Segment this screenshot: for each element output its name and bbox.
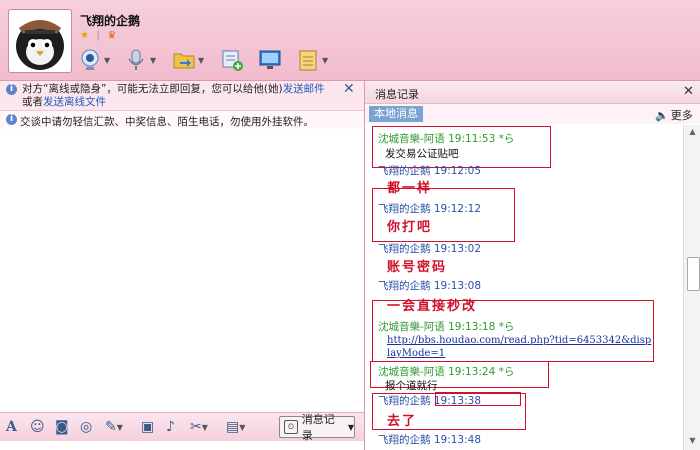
close-icon[interactable]: ✕ — [343, 82, 355, 96]
safety-tip-text: 交谈中请勿轻信汇款、中奖信息、陌生电话，勿使用外挂软件。 — [20, 116, 314, 128]
chevron-down-icon: ▼ — [150, 55, 157, 65]
offline-notice-text: 对方“离线或隐身”，可能无法立即回复，您可以给他(她)发送邮件 或者发送离线文件 — [22, 83, 332, 109]
chevron-down-icon: ▼ — [347, 422, 354, 432]
scroll-up-icon[interactable]: ▲ — [686, 127, 699, 139]
forum-link[interactable]: http://bbs.houdao.com/read.php?tid=64533… — [387, 334, 652, 360]
tab-local-messages[interactable]: 本地消息 — [369, 106, 423, 122]
history-tabs: 本地消息 🔈 更多 — [365, 104, 700, 124]
message-meta: 沈城音樂-阿语 19:13:18 *ら — [378, 321, 515, 333]
monitor-icon — [259, 50, 281, 69]
music-icon[interactable]: ♪ — [166, 417, 175, 437]
voice-call-button[interactable]: ▼ — [124, 46, 156, 74]
info-icon: i — [6, 114, 17, 125]
history-title-bar: 消息记录 ✕ — [365, 81, 700, 104]
send-file-button[interactable]: ▼ — [172, 46, 204, 74]
red-annotation: 一会直接秒改 — [387, 299, 478, 314]
offline-notice: i 对方“离线或隐身”，可能无法立即回复，您可以给他(她)发送邮件 或者发送离线… — [0, 81, 364, 111]
message-add-icon — [222, 50, 243, 71]
apps-button[interactable]: ▼ — [296, 46, 328, 74]
red-annotation: 账号密码 — [387, 260, 448, 275]
message-meta: 飞翔的企鹅 19:13:48 — [378, 434, 481, 446]
red-annotation: 你打吧 — [387, 220, 433, 235]
status-separator: | — [96, 29, 100, 41]
message-meta: 飞翔的企鹅 19:12:05 — [378, 165, 481, 177]
screenshot-scissors-icon[interactable]: ✂ ▼ — [190, 417, 208, 437]
vip-badge-icon[interactable]: ♛ — [107, 30, 116, 41]
format-toolbar: A ☺ ◙ ◎ ✎ ▼ ▣ ♪ ✂ ▼ ▤ ▼ ⏲ 消息记录 ▼ — [0, 412, 364, 442]
message-history-button[interactable]: ⏲ 消息记录 ▼ — [279, 413, 355, 442]
image-icon[interactable]: ▣ — [141, 417, 154, 437]
scroll-down-icon[interactable]: ▼ — [686, 436, 699, 448]
message-body: 发交易公证贴吧 — [385, 148, 459, 160]
level-star-icon[interactable]: ★ — [80, 30, 89, 41]
notice-text-2: 或者 — [22, 96, 43, 108]
message-meta: 飞翔的企鹅 19:13:38 — [378, 395, 481, 407]
speaker-icon: 🔈 — [655, 108, 669, 122]
contact-name: 飞翔的企鹅 — [80, 14, 141, 28]
chevron-down-icon: ▼ — [322, 55, 329, 65]
avatar[interactable] — [8, 9, 72, 73]
more-label: 更多 — [670, 109, 693, 122]
message-meta: 沈城音樂-阿语 19:11:53 *ら — [378, 133, 515, 145]
font-icon[interactable]: A — [6, 417, 17, 437]
shake-window-icon[interactable]: ◎ — [80, 417, 92, 437]
remote-desktop-button[interactable] — [258, 46, 282, 74]
history-scrollbar[interactable]: ▲ ▼ — [683, 125, 700, 450]
chat-header: 飞翔的企鹅 ★ | ♛ ▼ ▼ ▼ ▼ — [0, 0, 700, 81]
message-display[interactable] — [0, 129, 364, 411]
message-body: 报个道就行 — [385, 380, 438, 392]
send-email-link[interactable]: 发送邮件 — [283, 83, 325, 95]
notepad-icon — [299, 50, 317, 71]
message-meta: 飞翔的企鹅 19:12:12 — [378, 203, 481, 215]
message-meta: 飞翔的企鹅 19:13:02 — [378, 243, 481, 255]
video-call-button[interactable]: ▼ — [78, 46, 110, 74]
scroll-thumb[interactable] — [687, 257, 700, 291]
send-offline-file-link[interactable]: 发送离线文件 — [43, 96, 106, 108]
info-icon: i — [6, 84, 17, 95]
red-annotation: 都一样 — [387, 181, 433, 196]
history-pane: 消息记录 ✕ 本地消息 🔈 更多 沈城音樂-阿语 19:11:53 *ら 发交易… — [365, 81, 700, 450]
chevron-down-icon: ▼ — [198, 55, 205, 65]
safety-tip: i 交谈中请勿轻信汇款、中奖信息、陌生电话，勿使用外挂软件。 — [0, 113, 364, 128]
create-group-button[interactable] — [220, 46, 244, 74]
close-history-icon[interactable]: ✕ — [683, 84, 694, 99]
webcam-icon — [81, 49, 99, 70]
message-input[interactable] — [0, 441, 364, 450]
clock-icon: ⏲ — [284, 420, 298, 434]
microphone-icon — [128, 49, 144, 70]
more-tools-icon[interactable]: ▤ ▼ — [226, 417, 245, 437]
message-meta: 飞翔的企鹅 19:13:08 — [378, 280, 481, 292]
emoji-icon[interactable]: ☺ — [30, 417, 45, 437]
history-list[interactable]: 沈城音樂-阿语 19:11:53 *ら 发交易公证贴吧 飞翔的企鹅 19:12:… — [365, 125, 683, 450]
chat-pane: i 对方“离线或隐身”，可能无法立即回复，您可以给他(她)发送邮件 或者发送离线… — [0, 81, 365, 450]
chevron-down-icon: ▼ — [104, 55, 111, 65]
notice-text-1: 对方“离线或隐身”，可能无法立即回复，您可以给他(她) — [22, 83, 283, 95]
magic-face-icon[interactable]: ◙ — [55, 417, 69, 437]
message-history-label: 消息记录 — [301, 413, 335, 442]
handwriting-icon[interactable]: ✎ ▼ — [105, 417, 123, 437]
history-title: 消息记录 — [375, 88, 419, 101]
status-row: ★ | ♛ — [80, 28, 120, 41]
message-meta: 沈城音樂-阿语 19:13:24 *ら — [378, 366, 515, 378]
folder-send-icon — [173, 53, 195, 69]
red-annotation: 去了 — [387, 414, 418, 429]
more-button[interactable]: 🔈 更多 — [655, 107, 693, 123]
